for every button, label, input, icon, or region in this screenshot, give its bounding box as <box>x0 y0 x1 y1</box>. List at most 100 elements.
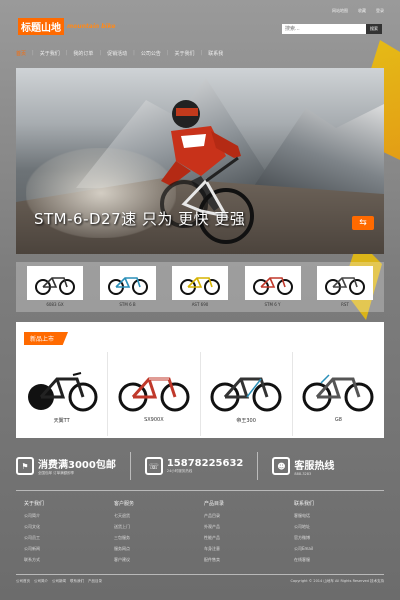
bottom-divider <box>16 574 384 575</box>
footer-link[interactable]: 外观产品 <box>204 524 294 530</box>
footer-column-title: 联系我们 <box>294 501 315 507</box>
footer-link[interactable]: 三包服务 <box>114 535 204 541</box>
footer-column-title: 产品目录 <box>204 501 225 507</box>
bottom-link[interactable]: 公司首页 <box>16 579 30 584</box>
bottom-link[interactable]: 产品目录 <box>88 579 102 584</box>
product-card[interactable]: SX900X <box>108 352 201 436</box>
new-arrivals-section: 新品上市 天翼TT SX900X 帝王300 G8 <box>16 322 384 438</box>
footer-link[interactable]: 公司新闻 <box>24 546 114 552</box>
bottom-bar: 公司首页 公司简介 公司新闻 联系我们 产品目录 Copyright © 201… <box>16 579 384 584</box>
toplink-favorite[interactable]: 收藏 <box>358 8 366 14</box>
phone-icon: ☏ <box>144 457 163 475</box>
hotline-subtitle: 888-3283 <box>294 471 312 476</box>
thumbnail-label: RST <box>341 302 349 307</box>
hotline: ☻ 客服热线 888-3283 <box>272 457 334 476</box>
footer-link[interactable]: 公司Email <box>294 546 384 552</box>
footer-link[interactable]: 服务网点 <box>114 546 204 552</box>
product-list: 天翼TT SX900X 帝王300 G8 <box>16 352 384 436</box>
phone-contact: ☏ 15878225632 24小时服务热线 <box>144 457 244 475</box>
nav-item-announcements[interactable]: 公司公告 <box>141 50 161 57</box>
promo-subtitle: 全国包邮 订单满额即享 <box>38 471 75 475</box>
footer-link[interactable]: 客户建议 <box>114 557 204 563</box>
free-shipping-promo: ⚑ 消费满3000包邮 全国包邮 订单满额即享 <box>16 456 116 476</box>
nav-item-promotions[interactable]: 促销活动 <box>107 50 127 57</box>
customer-service-icon: ☻ <box>272 457 291 475</box>
footer-column-products: 产品目录 产品目录 外观产品 性能产品 车身注意 配件售卖 <box>204 500 294 568</box>
thumbnail-item[interactable]: RST <box>316 266 374 308</box>
toplink-login[interactable]: 登录 <box>376 8 384 14</box>
phone-number: 15878225632 <box>166 458 244 469</box>
banner-slogan: STM-6-D27速 只为 更快 更强 <box>34 210 246 228</box>
bike-thumb-icon <box>317 266 373 300</box>
logo[interactable]: 标题山地 mountain bike <box>18 17 116 35</box>
bottom-links: 公司首页 公司简介 公司新闻 联系我们 产品目录 <box>16 579 102 584</box>
service-strip: ⚑ 消费满3000包邮 全国包邮 订单满额即享 ☏ 15878225632 24… <box>16 448 384 484</box>
bike-thumb-icon <box>172 266 228 300</box>
nav-separator: | <box>200 50 203 56</box>
bike-image-icon <box>302 374 374 412</box>
thumbnail-label: 6083 GX <box>46 302 64 307</box>
bike-image-icon <box>118 377 190 412</box>
footer-link[interactable]: 车身注意 <box>204 546 294 552</box>
search-input[interactable] <box>282 24 366 34</box>
thumbnail-item[interactable]: 6083 GX <box>26 266 84 308</box>
bike-thumb-icon <box>99 266 156 300</box>
footer-link[interactable]: 联系方式 <box>24 557 114 563</box>
footer-link[interactable]: 产品目录 <box>204 513 294 519</box>
footer-divider <box>16 490 384 491</box>
arrow-right-icon[interactable]: ⇆ <box>352 216 374 230</box>
divider <box>129 452 131 480</box>
bottom-link[interactable]: 公司新闻 <box>52 579 66 584</box>
bottom-link[interactable]: 联系我们 <box>70 579 84 584</box>
footer-link[interactable]: 配件售卖 <box>204 557 294 563</box>
product-label: G8 <box>334 417 342 423</box>
nav-separator: | <box>32 50 34 56</box>
nav-item-contact[interactable]: 联系我 <box>208 50 223 57</box>
footer-link[interactable]: 在线客服 <box>294 557 384 563</box>
phone-subtitle: 24小时服务热线 <box>166 469 193 473</box>
nav-separator: | <box>133 50 135 56</box>
footer-link[interactable]: 公司地址 <box>294 524 384 530</box>
footer-link[interactable]: 送货上门 <box>114 524 204 530</box>
search-button[interactable]: 搜索 <box>366 24 382 34</box>
footer-column-title: 客户服务 <box>114 501 135 507</box>
footer-link[interactable]: 公司文化 <box>24 524 114 530</box>
logo-text-en: mountain bike <box>67 22 116 30</box>
footer-link[interactable]: 公司简介 <box>24 513 114 519</box>
thumbnail-item[interactable]: STM 6 Y <box>244 266 302 308</box>
divider <box>257 452 259 480</box>
nav-item-orders[interactable]: 我的订单 <box>73 50 93 57</box>
thumbnail-strip: 6083 GX STM 6 B AST 690 STM 6 Y RST <box>16 262 384 312</box>
search-bar: 搜索 <box>282 24 382 34</box>
bike-thumb-icon <box>244 266 301 300</box>
promo-title: 消费满3000包邮 <box>38 460 116 471</box>
thumbnail-label: STM 6 B <box>119 302 136 307</box>
footer-column-about: 关于我们 公司简介 公司文化 公司员工 公司新闻 联系方式 <box>24 500 114 568</box>
main-nav: 首页 | 关于我们 | 我的订单 | 促销活动 | 公司公告 | 关于我们 | … <box>16 50 223 57</box>
nav-item-about[interactable]: 关于我们 <box>40 50 60 57</box>
hero-banner[interactable]: STM-6-D27速 只为 更快 更强 ⇆ <box>16 68 384 254</box>
shipping-icon: ⚑ <box>16 457 34 475</box>
product-card[interactable]: G8 <box>293 352 384 436</box>
nav-item-about-us[interactable]: 关于我们 <box>175 50 195 57</box>
thumbnail-item[interactable]: AST 690 <box>171 266 229 308</box>
bike-image-icon <box>27 371 98 411</box>
nav-item-home[interactable]: 首页 <box>16 50 26 57</box>
logo-text-cn: 标题山地 <box>18 17 64 35</box>
footer-link[interactable]: 七天退货 <box>114 513 204 519</box>
footer-column-contact: 联系我们 客服电话 公司地址 官方微博 公司Email 在线客服 <box>294 500 384 568</box>
footer-link[interactable]: 官方微博 <box>294 535 384 541</box>
footer-link[interactable]: 公司员工 <box>24 535 114 541</box>
footer-link[interactable]: 性能产品 <box>204 535 294 541</box>
thumbnail-item[interactable]: STM 6 B <box>99 266 157 308</box>
bike-image-icon <box>210 377 282 411</box>
footer-columns: 关于我们 公司简介 公司文化 公司员工 公司新闻 联系方式 客户服务 七天退货 … <box>24 500 384 568</box>
product-card[interactable]: 帝王300 <box>201 352 293 436</box>
hotline-title: 客服热线 <box>294 460 335 472</box>
bottom-link[interactable]: 公司简介 <box>34 579 48 584</box>
footer-link[interactable]: 客服电话 <box>294 513 384 519</box>
top-bar: 标题山地 mountain bike 网站地图 收藏 登录 搜索 <box>0 0 400 50</box>
toplink-sitemap[interactable]: 网站地图 <box>332 8 348 14</box>
product-label: 帝王300 <box>236 417 256 424</box>
product-card[interactable]: 天翼TT <box>16 352 109 436</box>
